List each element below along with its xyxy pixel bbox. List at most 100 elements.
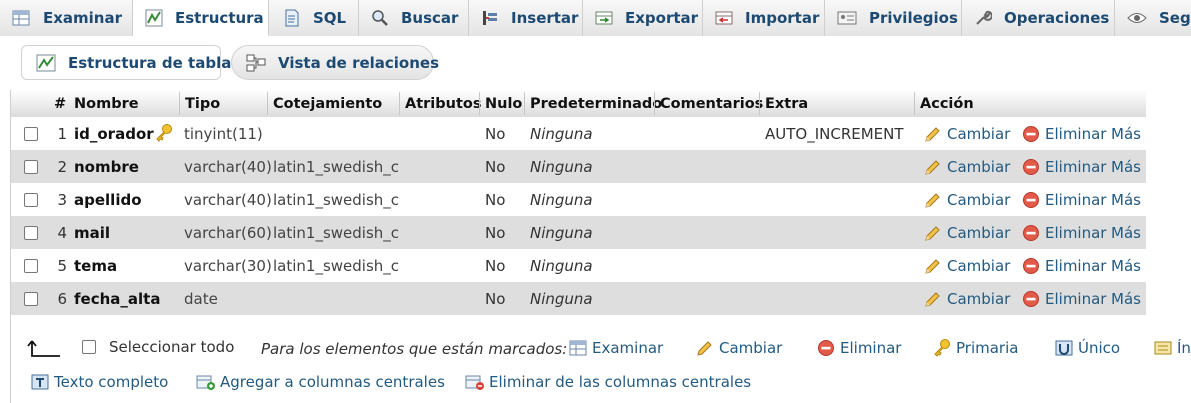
tab-operaciones[interactable]: Operaciones (962, 0, 1115, 36)
more-button[interactable]: Más (1111, 224, 1141, 242)
more-button[interactable]: Más (1111, 158, 1141, 176)
column-name[interactable]: mail (74, 224, 110, 242)
row-checkbox[interactable] (24, 126, 38, 141)
subtab-table-structure[interactable]: Estructura de tabla (21, 45, 231, 80)
row-number: 4 (57, 223, 67, 242)
tab-buscar[interactable]: Buscar (359, 0, 469, 36)
tab-importar[interactable]: Importar (703, 0, 825, 36)
column-null: No (485, 124, 506, 143)
bulk-delete-button[interactable]: Eliminar (816, 339, 901, 357)
more-button[interactable]: Más (1111, 290, 1141, 308)
change-button[interactable]: Cambiar (923, 256, 1010, 276)
pencil-icon (923, 223, 943, 243)
select-all-checkbox[interactable] (82, 340, 96, 354)
search-icon (371, 9, 389, 27)
tab-exportar[interactable]: Exportar (583, 0, 703, 36)
row-checkbox[interactable] (24, 192, 38, 207)
bulk-change-button[interactable]: Cambiar (695, 339, 782, 357)
more-button[interactable]: Más (1111, 125, 1141, 143)
delete-button[interactable]: Eliminar (1021, 124, 1106, 144)
row-number: 2 (57, 157, 67, 176)
table-row: 2 nombre varchar(40) latin1_swedish_ci N… (11, 150, 1146, 183)
top-tabs: Examinar Estructura SQL Buscar Insertar … (0, 0, 1191, 36)
change-button[interactable]: Cambiar (923, 223, 1010, 243)
sql-icon (281, 9, 301, 27)
column-name[interactable]: id_orador (74, 125, 154, 143)
bulk-index-button[interactable]: Ín (1153, 339, 1191, 357)
remove-central-icon (465, 373, 485, 391)
row-checkbox[interactable] (24, 225, 38, 240)
add-central-icon (196, 373, 216, 391)
column-extra: AUTO_INCREMENT (765, 124, 904, 143)
delete-icon (1021, 190, 1041, 210)
header-name[interactable]: Nombre (74, 96, 139, 112)
delete-button[interactable]: Eliminar (1021, 289, 1106, 309)
table-row: 3 apellido varchar(40) latin1_swedish_ci… (11, 183, 1146, 216)
pencil-icon (923, 256, 943, 276)
bulk-primary-button[interactable]: Primaria (932, 339, 1018, 357)
change-button[interactable]: Cambiar (923, 289, 1010, 309)
tab-sql[interactable]: SQL (269, 0, 359, 36)
tab-privilegios[interactable]: Privilegios (825, 0, 962, 36)
browse-icon (568, 339, 588, 357)
add-central-columns-button[interactable]: Agregar a columnas centrales (196, 373, 445, 391)
delete-button[interactable]: Eliminar (1021, 256, 1106, 276)
header-extra: Extra (765, 95, 809, 112)
column-collation: latin1_swedish_ci (273, 223, 399, 242)
change-button[interactable]: Cambiar (923, 190, 1010, 210)
more-button[interactable]: Más (1111, 257, 1141, 275)
column-type: varchar(40) (184, 157, 272, 176)
primary-key-icon (932, 339, 952, 357)
column-null: No (485, 256, 506, 275)
column-default: Ninguna (530, 190, 593, 209)
delete-button[interactable]: Eliminar (1021, 223, 1106, 243)
remove-central-columns-button[interactable]: Eliminar de las columnas centrales (465, 373, 751, 391)
tab-insertar[interactable]: Insertar (469, 0, 583, 36)
tab-label: Privilegios (869, 9, 958, 27)
export-icon (595, 9, 613, 27)
tab-label: Segu (1159, 9, 1191, 27)
header-default: Predeterminado (530, 95, 663, 112)
column-collation: latin1_swedish_ci (273, 256, 399, 275)
bulk-browse-button[interactable]: Examinar (568, 339, 663, 357)
index-icon (1153, 339, 1173, 357)
column-null: No (485, 223, 506, 242)
bulk-fulltext-button[interactable]: Texto completo (30, 373, 168, 391)
header-comments: Comentarios (660, 95, 764, 112)
row-number: 5 (57, 256, 67, 275)
column-name[interactable]: apellido (74, 191, 142, 209)
column-null: No (485, 157, 506, 176)
more-button[interactable]: Más (1111, 191, 1141, 209)
change-button[interactable]: Cambiar (923, 157, 1010, 177)
row-checkbox[interactable] (24, 159, 38, 174)
tab-estructura[interactable]: Estructura (133, 0, 269, 36)
bulk-unique-button[interactable]: Único (1054, 339, 1120, 357)
change-button[interactable]: Cambiar (923, 124, 1010, 144)
column-type: varchar(40) (184, 190, 272, 209)
row-checkbox[interactable] (24, 291, 38, 306)
column-default: Ninguna (530, 256, 593, 275)
subtab-label: Estructura de tabla (68, 53, 232, 72)
header-collation: Cotejamiento (273, 95, 383, 112)
pencil-icon (695, 339, 715, 357)
column-type: varchar(30) (184, 256, 272, 275)
header-attributes: Atributos (405, 95, 482, 112)
row-number: 1 (57, 124, 67, 143)
row-checkbox[interactable] (24, 258, 38, 273)
structure-icon (145, 9, 163, 27)
unique-icon (1054, 339, 1074, 357)
tab-examinar[interactable]: Examinar (0, 0, 133, 36)
subtab-relation-view[interactable]: Vista de relaciones (231, 45, 439, 80)
delete-button[interactable]: Eliminar (1021, 190, 1106, 210)
pencil-icon (923, 157, 943, 177)
column-name[interactable]: tema (74, 257, 117, 275)
column-name[interactable]: nombre (74, 158, 139, 176)
delete-button[interactable]: Eliminar (1021, 157, 1106, 177)
select-all-control[interactable]: Seleccionar todo (82, 338, 234, 356)
eye-icon (1127, 9, 1147, 27)
tab-label: Exportar (625, 9, 699, 27)
tab-seguimiento[interactable]: Segu (1115, 0, 1191, 36)
column-name[interactable]: fecha_alta (74, 290, 160, 308)
privileges-icon (837, 9, 857, 27)
select-all-label[interactable]: Seleccionar todo (109, 338, 234, 356)
